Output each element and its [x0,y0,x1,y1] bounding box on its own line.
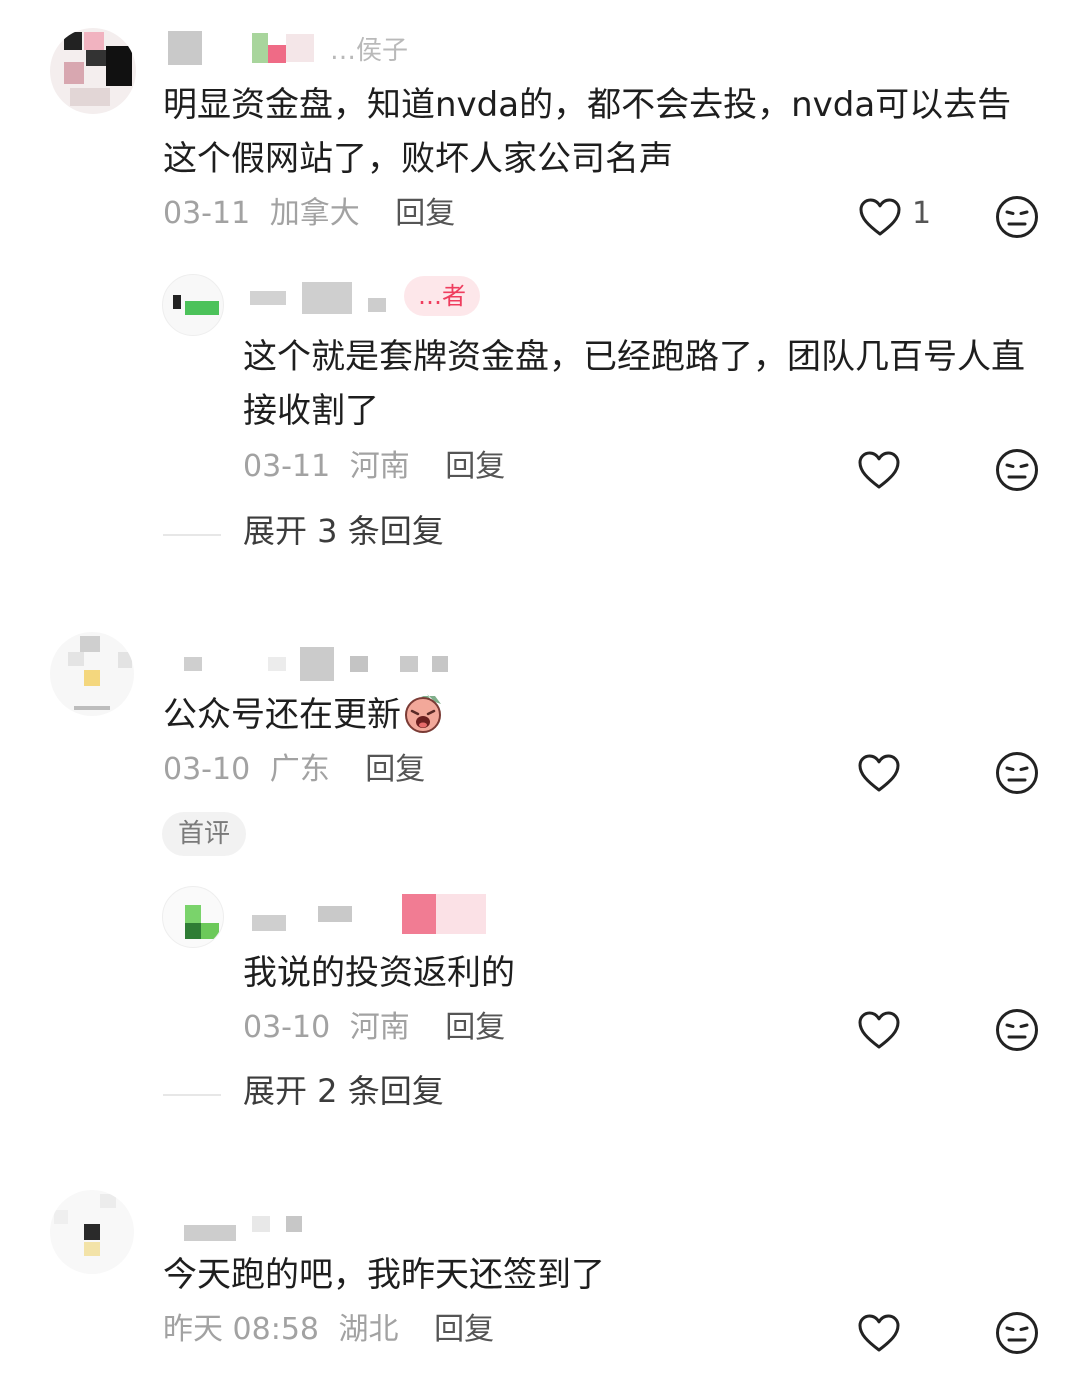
comment-meta: 03-11 加拿大 回复 [163,194,455,234]
expand-replies-button[interactable]: 展开 2 条回复 [243,1070,444,1112]
expand-replies-button[interactable]: 展开 3 条回复 [243,510,444,552]
comment-meta: 03-10 广东 回复 [163,750,425,790]
comment-text-content: 公众号还在更新 [163,695,401,735]
reply-button[interactable]: 回复 [445,1010,505,1045]
reply-meta: 03-11 河南 回复 [243,447,505,487]
username-blurred[interactable] [252,894,486,934]
username-blurred[interactable] [184,646,448,682]
avatar[interactable] [50,632,134,716]
heart-outline-icon[interactable] [855,446,903,494]
reply-button[interactable]: 回复 [365,752,425,787]
reply-text: 这个就是套牌资金盘，已经跑路了，团队几百号人直接收割了 [243,337,1025,431]
reply-button[interactable]: 回复 [434,1312,494,1347]
crying-face-emoji [401,690,445,750]
avatar[interactable] [162,274,224,336]
username-blurred[interactable] [250,280,386,316]
reply-text: 我说的投资返利的 [243,953,515,993]
expand-divider [163,534,221,536]
neutral-face-icon[interactable] [993,1006,1041,1054]
comment-date: 03-11 [163,196,251,231]
heart-outline-icon[interactable] [855,1006,903,1054]
reply-date: 03-10 [243,1010,331,1045]
heart-outline-icon[interactable] [855,749,903,797]
neutral-face-icon[interactable] [993,1309,1041,1357]
username-blurred[interactable] [184,1206,302,1242]
heart-outline-icon[interactable] [856,193,904,241]
avatar[interactable] [50,1190,134,1274]
comment-text: 明显资金盘，知道nvda的，都不会去投，nvda可以去告这个假网站了，败坏人家公… [163,85,1012,179]
neutral-face-icon[interactable] [993,446,1041,494]
reply-date: 03-11 [243,449,331,484]
reply-location: 河南 [349,1010,410,1045]
comment-date: 昨天 08:58 [163,1312,319,1347]
expand-divider [163,1094,221,1096]
avatar[interactable] [50,28,136,114]
comment-location: 湖北 [338,1312,399,1347]
comment-meta: 昨天 08:58 湖北 回复 [163,1310,494,1350]
author-badge: …者 [404,276,480,316]
heart-outline-icon[interactable] [855,1309,903,1357]
comment-location: 加拿大 [269,196,360,231]
comment-text: 公众号还在更新 [163,688,1033,750]
comment-location: 广东 [269,752,330,787]
reply-button[interactable]: 回复 [395,196,455,231]
like-count: 1 [912,196,932,231]
neutral-face-icon[interactable] [993,749,1041,797]
neutral-face-icon[interactable] [993,193,1041,241]
username-blurred[interactable]: …侯子 [168,30,408,66]
comment-date: 03-10 [163,752,251,787]
comment-text: 今天跑的吧，我昨天还签到了 [163,1255,605,1295]
first-comment-tag: 首评 [162,812,247,856]
reply-meta: 03-10 河南 回复 [243,1008,505,1048]
avatar[interactable] [162,886,224,948]
reply-button[interactable]: 回复 [445,449,505,484]
reply-location: 河南 [349,449,410,484]
username-partial: …侯子 [330,35,409,66]
